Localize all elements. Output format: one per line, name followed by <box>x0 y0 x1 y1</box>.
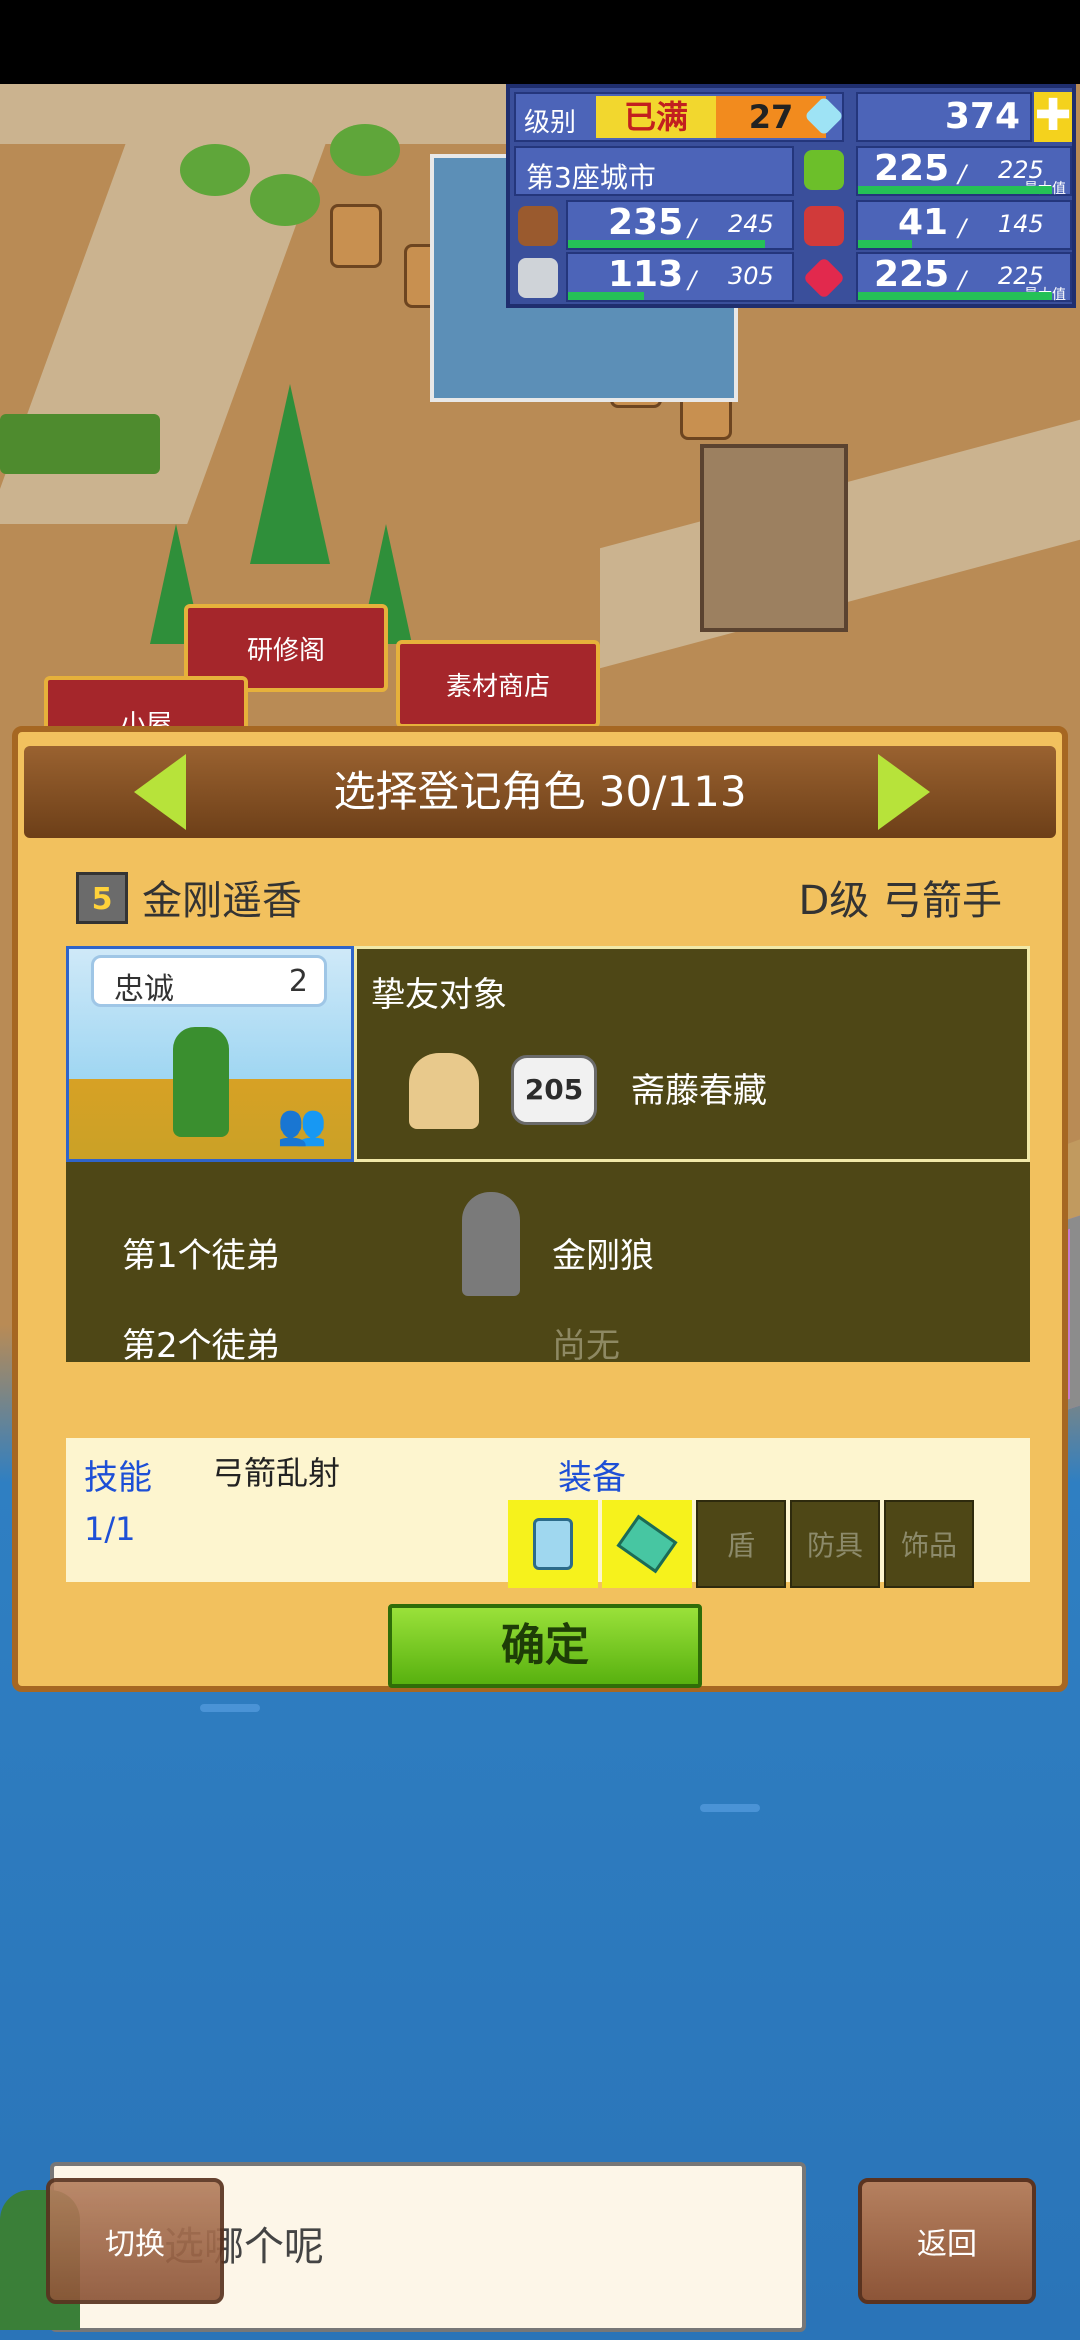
switch-button[interactable]: 切换 <box>46 2178 224 2304</box>
loyalty-box: 忠诚 2 <box>91 955 327 1007</box>
city-cell: 第3座城市 <box>514 146 794 196</box>
city-name: 第3座城市 <box>526 161 656 194</box>
equip-slot-weapon[interactable] <box>508 1500 598 1588</box>
wood-separator: / <box>688 214 697 242</box>
water-ripple <box>700 1804 760 1812</box>
friend-name: 斋藤春藏 <box>631 1071 767 1111</box>
stone-current: 113 <box>608 254 684 295</box>
equip-slot-shield[interactable]: 盾 <box>696 1500 786 1588</box>
fruit-separator: / <box>958 214 967 242</box>
loyalty-value: 2 <box>288 964 308 999</box>
back-button-label: 返回 <box>917 2227 977 2262</box>
character-name: 金刚遥香 <box>142 878 302 924</box>
wood-icon <box>518 206 558 246</box>
food-current: 225 <box>874 148 950 189</box>
apprentice1-name: 金刚狼 <box>552 1236 654 1276</box>
character-select-dialog: 选择登记角色 30/113 5 金刚遥香 D级 弓箭手 忠诚 2 👥 挚友对象 … <box>12 726 1068 1692</box>
water-ripple <box>200 1704 260 1712</box>
status-bar <box>0 0 1080 84</box>
bush <box>180 144 250 196</box>
skill-label: 技能 <box>84 1458 152 1498</box>
equip-slot-ammo[interactable] <box>602 1500 692 1588</box>
friend-label: 挚友对象 <box>371 975 507 1015</box>
food-separator: / <box>958 160 967 188</box>
level-badge: 已满 <box>596 96 716 138</box>
back-button[interactable]: 返回 <box>858 2178 1036 2304</box>
apprentice1-avatar <box>462 1192 520 1296</box>
barrel <box>330 204 382 268</box>
skill-count: 1/1 <box>84 1510 136 1548</box>
confirm-button[interactable]: 确定 <box>388 1604 702 1688</box>
stone-cell: 113 / 305 <box>566 252 794 302</box>
next-arrow-button[interactable] <box>878 754 930 830</box>
friend-panel: 挚友对象 205 斋藤春藏 <box>354 946 1030 1162</box>
stone-max: 305 <box>728 262 774 290</box>
resource-panel: 级别 已满 27 374 ✚ 第3座城市 225 / 225 最大值 235 /… <box>506 84 1076 308</box>
apprentice2-name: 尚无 <box>552 1326 620 1366</box>
friends-icon: 👥 <box>277 1102 327 1148</box>
skill-name[interactable]: 弓箭乱射 <box>212 1448 340 1494</box>
bush <box>330 124 400 176</box>
equip-slot-accessory-label: 饰品 <box>900 1529 957 1562</box>
quiver-icon <box>533 1518 573 1570</box>
level-cell: 级别 已满 27 <box>514 92 844 142</box>
grass-patch <box>0 414 160 474</box>
gem-separator: / <box>958 266 967 294</box>
stone-icon <box>518 258 558 298</box>
equip-slot-armor[interactable]: 防具 <box>790 1500 880 1588</box>
building-label-text: 研修阁 <box>246 635 325 666</box>
fruit-current: 41 <box>898 202 949 243</box>
wood-cell: 235 / 245 <box>566 200 794 250</box>
bush <box>250 174 320 226</box>
fruit-bar <box>858 240 912 248</box>
diamond-cell: 374 <box>856 92 1032 142</box>
friend-avatar <box>409 1053 479 1129</box>
stone-separator: / <box>688 266 697 294</box>
building-label-materials-shop[interactable]: 素材商店 <box>396 640 600 728</box>
ruby-icon <box>802 256 846 300</box>
equip-slot-accessory[interactable]: 饰品 <box>884 1500 974 1588</box>
stone-bar <box>568 292 644 300</box>
wood-bar <box>568 240 765 248</box>
apprentice1-label: 第1个徒弟 <box>122 1236 280 1276</box>
apprentice-panel: 第1个徒弟 金刚狼 第2个徒弟 尚无 <box>66 1162 1030 1366</box>
rank-icon: 5 <box>76 872 128 924</box>
diamond-count: 374 <box>944 96 1020 137</box>
grain-icon <box>804 150 844 190</box>
equip-slot-shield-label: 盾 <box>726 1529 755 1562</box>
gem-cell: 225 / 225 最大值 <box>856 252 1072 303</box>
arrow-gem-icon <box>616 1514 678 1574</box>
wood-current: 235 <box>608 202 684 243</box>
fruit-max: 145 <box>998 210 1044 238</box>
archer-sprite <box>173 1027 229 1137</box>
food-bar <box>858 186 1052 194</box>
friend-badge: 205 <box>511 1055 597 1125</box>
apprentice2-label: 第2个徒弟 <box>122 1326 280 1366</box>
level-label: 级别 <box>524 108 577 138</box>
dialog-header: 选择登记角色 30/113 <box>24 746 1056 838</box>
building-label-text: 素材商店 <box>445 671 550 702</box>
fruit-cell: 41 / 145 <box>856 200 1072 250</box>
gem-current: 225 <box>874 254 950 295</box>
wooden-gate <box>700 444 848 632</box>
tower-roof <box>250 384 330 564</box>
switch-button-label: 切换 <box>105 2227 165 2262</box>
wood-max: 245 <box>728 210 774 238</box>
character-class: D级 弓箭手 <box>798 878 1002 924</box>
equip-label: 装备 <box>558 1458 626 1498</box>
food-cell: 225 / 225 最大值 <box>856 146 1072 197</box>
loyalty-label: 忠诚 <box>114 972 174 1007</box>
equip-slot-armor-label: 防具 <box>806 1529 863 1562</box>
fruit-icon <box>804 206 844 246</box>
character-portrait[interactable]: 忠诚 2 👥 <box>66 946 354 1162</box>
gem-bar <box>858 292 1052 300</box>
add-diamonds-button[interactable]: ✚ <box>1034 92 1072 142</box>
